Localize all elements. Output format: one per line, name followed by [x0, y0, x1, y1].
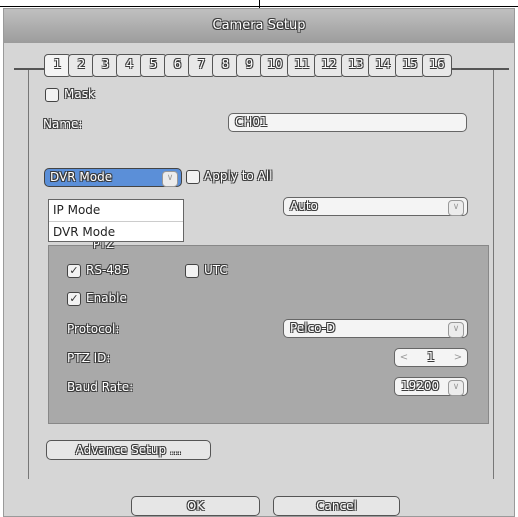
chevron-down-icon: ∨	[448, 322, 464, 338]
top-tick	[259, 0, 260, 8]
tab-channel-5[interactable]: 5	[140, 54, 167, 77]
apply-all-checkbox[interactable]	[186, 170, 200, 184]
mask-checkbox[interactable]	[45, 88, 59, 102]
tab-channel-8[interactable]: 8	[212, 54, 239, 77]
tab-channel-16[interactable]: 16	[422, 54, 452, 77]
top-border	[0, 0, 518, 8]
tab-channel-4[interactable]: 4	[116, 54, 143, 77]
mask-label: Mask	[64, 87, 95, 101]
mode-dropdown-list: IP Mode DVR Mode	[48, 199, 184, 242]
mode-option-dvr[interactable]: DVR Mode	[49, 221, 183, 242]
tab-channel-13[interactable]: 13	[341, 54, 371, 77]
enable-checkbox[interactable]: ✓	[67, 292, 81, 306]
rs485-checkbox[interactable]: ✓	[67, 264, 81, 278]
mode-option-ip[interactable]: IP Mode	[49, 200, 183, 221]
tab-channel-12[interactable]: 12	[314, 54, 344, 77]
tab-channel-6[interactable]: 6	[164, 54, 191, 77]
chevron-left-icon[interactable]: <	[399, 350, 409, 366]
baud-rate-dropdown[interactable]: 19200 ∨	[394, 377, 468, 396]
rs485-label: RS-485	[86, 263, 130, 277]
mode-selected: DVR Mode	[50, 170, 113, 184]
chevron-down-icon: ∨	[448, 200, 464, 216]
utc-label: UTC	[204, 263, 228, 277]
camera-setup-window: Camera Setup 1 2 3 4 5 6 7 8 9 10 11 12 13 14 15 16 Mas…	[3, 8, 515, 517]
tab-channel-11[interactable]: 11	[287, 54, 317, 77]
chevron-down-icon: ∨	[162, 171, 178, 187]
window-title: Camera Setup	[4, 9, 514, 43]
utc-checkbox[interactable]	[185, 264, 199, 278]
mode-dropdown[interactable]: DVR Mode ∨	[44, 168, 182, 187]
tab-channel-2[interactable]: 2	[68, 54, 95, 77]
tab-channel-7[interactable]: 7	[188, 54, 215, 77]
name-value: CH01	[235, 115, 268, 129]
ptz-id-stepper[interactable]: < 1 >	[394, 348, 468, 367]
ptz-panel: PTZ ✓ RS-485 UTC ✓ Enable Protocol: Pelc…	[48, 238, 489, 424]
tab-channel-14[interactable]: 14	[368, 54, 398, 77]
ptz-id-label: PTZ ID:	[67, 351, 111, 365]
chevron-right-icon[interactable]: >	[453, 350, 463, 366]
tab-channel-15[interactable]: 15	[395, 54, 425, 77]
chevron-down-icon: ∨	[448, 380, 464, 396]
apply-all-label: Apply to All	[204, 169, 273, 183]
tab-channel-10[interactable]: 10	[260, 54, 290, 77]
cancel-button[interactable]: Cancel	[273, 496, 400, 516]
channel-tabs: 1 2 3 4 5 6 7 8 9 10 11 12 13 14 15 16	[44, 54, 478, 77]
protocol-dropdown[interactable]: Pelco-D ∨	[283, 319, 468, 338]
name-input[interactable]: CH01	[228, 113, 467, 132]
protocol-value: Pelco-D	[290, 321, 336, 335]
ok-button[interactable]: OK	[131, 496, 260, 516]
tab-channel-9[interactable]: 9	[236, 54, 263, 77]
name-label: Name:	[43, 117, 83, 131]
ptz-id-value: 1	[427, 350, 435, 364]
baud-rate-label: Baud Rate:	[67, 380, 134, 394]
enable-label: Enable	[86, 291, 127, 305]
auto-value: Auto	[290, 199, 318, 213]
protocol-label: Protocol:	[67, 322, 120, 336]
tab-channel-1[interactable]: 1	[44, 54, 71, 77]
tab-channel-3[interactable]: 3	[92, 54, 119, 77]
advance-setup-button[interactable]: Advance Setup ...	[46, 440, 211, 460]
auto-dropdown[interactable]: Auto ∨	[283, 197, 468, 216]
baud-rate-value: 19200	[401, 379, 440, 393]
